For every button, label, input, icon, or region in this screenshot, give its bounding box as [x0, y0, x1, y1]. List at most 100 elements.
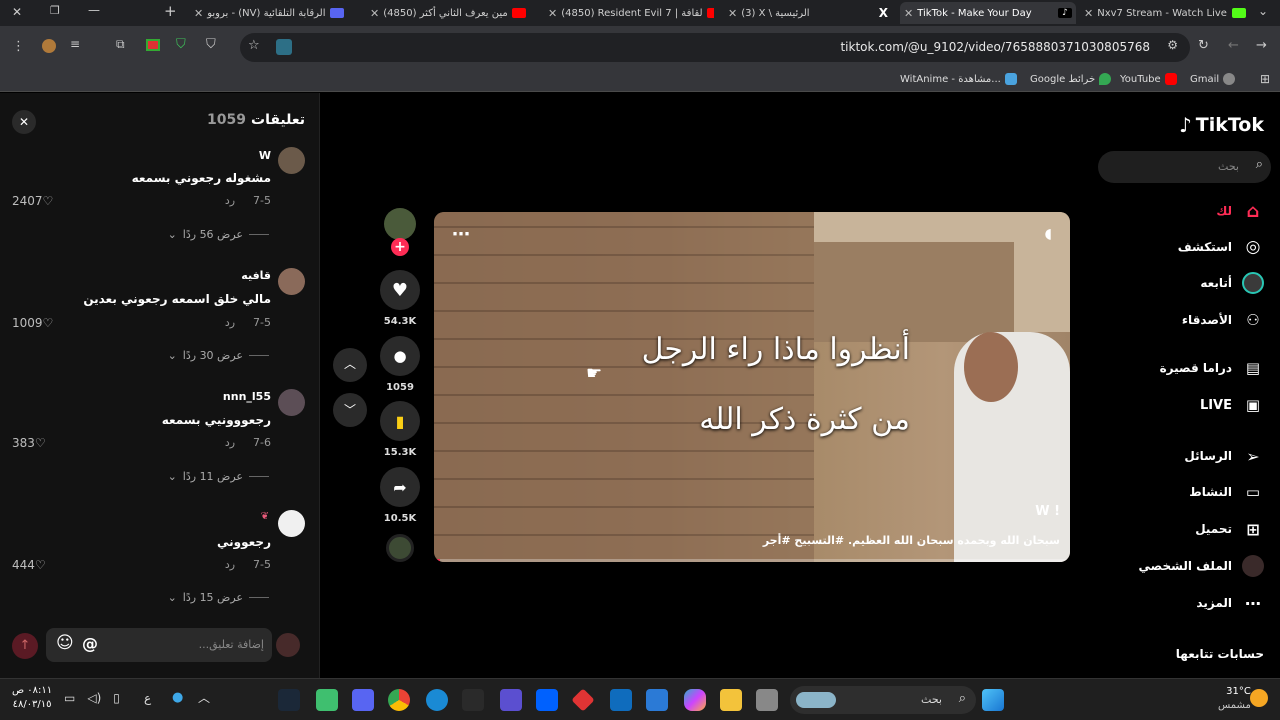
comment-username[interactable]: قافيه — [241, 269, 271, 282]
chrome-icon[interactable] — [388, 689, 410, 711]
clock[interactable]: ٠٨:١١ ص ٤٨/٠٣/١٥ — [12, 684, 52, 712]
tab-x[interactable]: ✕ (3) X \ الرئيسية X — [724, 2, 894, 24]
avatar[interactable] — [278, 268, 305, 295]
site-settings-icon[interactable]: ⚙ — [1167, 38, 1178, 52]
comment-like-button[interactable]: 383♡ — [12, 436, 46, 450]
outlook-icon[interactable] — [610, 689, 632, 711]
close-icon[interactable]: ✕ — [728, 7, 737, 20]
close-icon[interactable]: ✕ — [370, 7, 379, 20]
nav-friends[interactable]: ⚇ الأصدقاء — [1182, 309, 1264, 331]
tiktok-logo[interactable]: ♪ TikTok — [1179, 113, 1264, 137]
tray-expand-icon[interactable]: ︿ — [198, 689, 210, 706]
menu-icon[interactable]: ⋮ — [12, 39, 25, 54]
shield-icon[interactable]: ⛉ — [206, 37, 216, 52]
dropbox-icon[interactable] — [536, 689, 558, 711]
save-button[interactable]: ▮ — [380, 401, 420, 441]
music-disc-avatar[interactable] — [386, 534, 414, 562]
comment-input-box[interactable]: ☺ @ إضافة تعليق... — [46, 628, 272, 662]
install-app-icon[interactable] — [276, 39, 292, 55]
tab-kick[interactable]: ✕ Nxv7 Stream - Watch Live — [1080, 2, 1250, 24]
window-minimize-button[interactable]: — — [88, 3, 100, 17]
file-explorer-icon[interactable] — [720, 689, 742, 711]
nav-upload[interactable]: ⊞ تحميل — [1195, 518, 1264, 540]
tray-icons[interactable]: ▭ ◁) ▯ — [64, 691, 120, 705]
share-button[interactable]: ➦ — [380, 467, 420, 507]
app-green-icon[interactable] — [316, 689, 338, 711]
weather-widget[interactable]: 31°C مشمس — [1218, 685, 1251, 713]
reload-icon[interactable]: ↻ — [1198, 38, 1209, 53]
close-icon[interactable]: ✕ — [904, 7, 913, 20]
reply-button[interactable]: رد — [225, 558, 235, 571]
star-icon[interactable]: ☆ — [248, 38, 260, 53]
avatar[interactable] — [278, 389, 305, 416]
send-comment-button[interactable]: ↑ — [12, 633, 38, 659]
nav-activity[interactable]: ▭ النشاط — [1189, 481, 1264, 503]
taskbar-search-box[interactable]: ⌕ بحث — [790, 686, 976, 714]
window-restore-button[interactable]: ❐ — [50, 4, 60, 17]
nav-more[interactable]: ⋯ المزيد — [1196, 592, 1264, 614]
video-author[interactable]: W ! — [1035, 504, 1060, 519]
forward-icon[interactable]: ← — [1228, 38, 1239, 53]
reply-button[interactable]: رد — [225, 436, 235, 449]
nav-messages[interactable]: ➢ الرسائل — [1184, 445, 1264, 467]
comment-input-placeholder[interactable]: إضافة تعليق... — [199, 638, 264, 651]
windows-start-icon[interactable] — [982, 689, 1004, 711]
edge-icon[interactable] — [426, 689, 448, 711]
app-red-icon[interactable] — [571, 688, 595, 712]
like-button[interactable]: ♥ — [380, 270, 420, 310]
creator-avatar[interactable] — [384, 208, 416, 240]
nav-short-drama[interactable]: ▤ دراما قصيرة — [1160, 357, 1264, 379]
view-replies-button[interactable]: عرض 56 ردًا ⌄ — [168, 228, 269, 241]
comment-like-button[interactable]: 444♡ — [12, 558, 46, 572]
back-icon[interactable]: → — [1256, 38, 1267, 53]
search-icon[interactable]: ⌕ — [1256, 157, 1263, 172]
epic-games-icon[interactable] — [462, 689, 484, 711]
video-progress-track[interactable] — [434, 559, 1070, 562]
copilot-icon[interactable] — [684, 689, 706, 711]
previous-video-button[interactable]: ︿ — [333, 348, 367, 382]
video-player[interactable]: أنظروا ماذا راء الرجل من كثرة ذكر الله ⋯… — [434, 212, 1070, 562]
avatar[interactable] — [278, 147, 305, 174]
language-indicator[interactable]: ع — [144, 691, 151, 705]
close-icon[interactable]: ✕ — [194, 7, 203, 20]
window-close-button[interactable]: ✕ — [12, 5, 22, 19]
comment-username[interactable]: nnn_l55 — [223, 390, 271, 403]
discord-icon[interactable] — [352, 689, 374, 711]
avatar[interactable] — [278, 510, 305, 537]
volume-icon[interactable]: ◖ — [1045, 226, 1052, 242]
nav-live[interactable]: ▣ LIVE — [1200, 394, 1264, 416]
next-video-button[interactable]: ﹀ — [333, 393, 367, 427]
more-options-icon[interactable]: ⋯ — [452, 224, 470, 245]
nav-explore[interactable]: ◎ استكشف — [1178, 236, 1264, 258]
comment-like-button[interactable]: 2407♡ — [12, 194, 53, 208]
extensions-puzzle-icon[interactable]: ⧉ — [116, 37, 125, 52]
nav-following[interactable]: أتابعه — [1200, 272, 1264, 294]
tab-youtube-1[interactable]: ✕ (4850) مين يعرف الثاني أكثر — [366, 2, 534, 24]
extension-icon[interactable] — [42, 39, 56, 53]
bookmark-witanime[interactable]: WitAnime - مشاهدة... — [900, 73, 1017, 85]
new-tab-button[interactable]: + — [164, 2, 177, 20]
shield-green-icon[interactable]: ⛉ — [176, 37, 186, 52]
bookmark-youtube[interactable]: YouTube — [1120, 73, 1177, 85]
mention-icon[interactable]: @ — [82, 634, 98, 653]
tab-youtube-2[interactable]: ✕ (4850) Resident Evil 7 | لقافة — [544, 2, 714, 24]
nav-profile[interactable]: الملف الشخصي — [1139, 555, 1264, 577]
playlist-icon[interactable]: ≡ — [70, 37, 80, 51]
emoji-icon[interactable]: ☺ — [56, 633, 74, 653]
address-bar[interactable]: ☆ tiktok.com/@u_9102/video/7658880371030… — [240, 33, 1190, 62]
view-replies-button[interactable]: عرض 15 ردًا ⌄ — [168, 591, 269, 604]
search-box[interactable]: ⌕ بحث — [1098, 151, 1271, 183]
comment-username[interactable]: W — [259, 149, 271, 162]
bookmark-maps[interactable]: Google خرائط — [1030, 73, 1112, 85]
app-purple-icon[interactable] — [500, 689, 522, 711]
apps-grid-icon[interactable]: ⊞ — [1260, 72, 1270, 86]
tab-discord[interactable]: ✕ بروبو - (NV) الرقابة التلقائية — [190, 2, 350, 24]
microphone-icon[interactable]: ● — [172, 690, 183, 705]
close-comments-button[interactable]: ✕ — [12, 110, 36, 134]
search-placeholder[interactable]: بحث — [1218, 160, 1239, 173]
store-icon[interactable] — [646, 689, 668, 711]
view-replies-button[interactable]: عرض 11 ردًا ⌄ — [168, 470, 269, 483]
comment-button[interactable]: ● — [380, 336, 420, 376]
bookmark-gmail[interactable]: Gmail — [1190, 73, 1236, 85]
reply-button[interactable]: رد — [225, 316, 235, 329]
